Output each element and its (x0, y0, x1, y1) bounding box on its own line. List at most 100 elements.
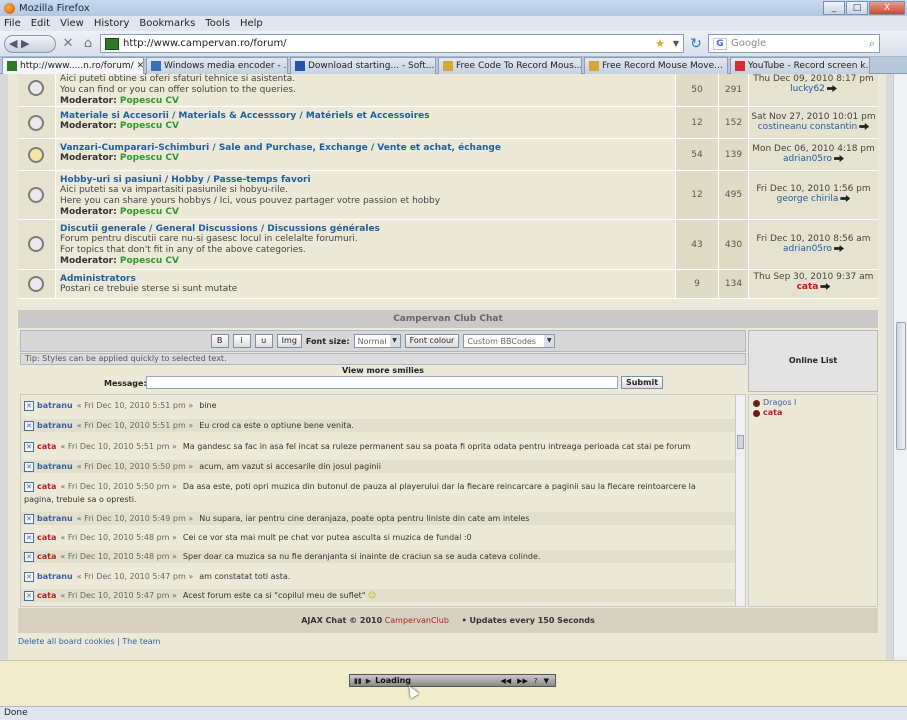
search-icon[interactable]: ⌕ (869, 37, 875, 51)
menu-view[interactable]: View (60, 18, 84, 29)
moderator-link[interactable]: Popescu CV (120, 207, 179, 217)
chat-user[interactable]: batranu (37, 401, 73, 410)
url-text[interactable]: http://www.campervan.ro/forum/ (123, 38, 287, 49)
goto-post-icon[interactable] (834, 155, 845, 162)
stop-icon[interactable]: ✕ (60, 36, 76, 52)
tab-record-mouse-move[interactable]: Free Record Mouse Move... (584, 57, 728, 74)
forward-arrow-icon[interactable]: ▶ (21, 37, 29, 50)
chat-user[interactable]: cata (37, 591, 56, 600)
moderator-link[interactable]: Popescu CV (120, 121, 179, 131)
forum-title-link[interactable]: Vanzari-Cumparari-Schimburi / Sale and P… (60, 143, 671, 153)
reload-icon[interactable]: ↻ (688, 36, 704, 52)
help-icon[interactable]: ? (534, 677, 538, 685)
goto-post-icon[interactable] (820, 283, 831, 290)
delete-message-icon[interactable]: ✕ (24, 461, 34, 472)
menu-bookmarks[interactable]: Bookmarks (139, 18, 195, 29)
forum-title-link[interactable]: Hobby-uri si pasiuni / Hobby / Passe-tem… (60, 175, 671, 185)
chat-user[interactable]: cata (37, 482, 56, 491)
tab-record-mouse-code[interactable]: Free Code To Record Mous... (438, 57, 582, 74)
tab-download[interactable]: Download starting... - Soft... (290, 57, 436, 74)
chat-scrollbar[interactable] (735, 395, 745, 606)
goto-post-icon[interactable] (834, 245, 845, 252)
menu-file[interactable]: File (4, 18, 21, 29)
lastpost-user[interactable]: lucky62 (790, 84, 825, 94)
bbcodes-select[interactable]: Custom BBCodes ▼ (463, 334, 556, 348)
maximize-button[interactable]: □ (846, 1, 868, 15)
online-user[interactable]: Dragos I (753, 398, 873, 408)
underline-button[interactable]: u (254, 334, 273, 348)
music-player[interactable]: ▮▮ ▶ Loading ◀◀ ▶▶ ? ▼ (349, 674, 556, 687)
font-size-select[interactable]: Normal ▼ (353, 334, 401, 348)
url-bar[interactable]: http://www.campervan.ro/forum/ ★ ▼ (100, 34, 684, 53)
forum-read-icon (28, 115, 44, 131)
delete-message-icon[interactable]: ✕ (24, 400, 34, 411)
lastpost-user[interactable]: george chirila (777, 194, 839, 204)
menu-bar: File Edit View History Bookmarks Tools H… (0, 16, 907, 31)
back-button[interactable]: ◀ ▶ (4, 34, 56, 53)
tab-media-encoder[interactable]: Windows media encoder - ... (146, 57, 288, 74)
home-icon[interactable]: ⌂ (80, 36, 96, 52)
board-links[interactable]: Delete all board cookies | The team (18, 637, 160, 646)
delete-message-icon[interactable]: ✕ (24, 571, 34, 582)
menu-tools[interactable]: Tools (205, 18, 230, 29)
online-user[interactable]: cata (753, 408, 873, 418)
pause-icon[interactable]: ▮▮ (354, 677, 362, 685)
goto-post-icon[interactable] (859, 123, 870, 130)
next-icon[interactable]: ▶▶ (517, 677, 528, 685)
forum-title-link[interactable]: Administrators (60, 274, 671, 284)
minimize-button[interactable]: _ (823, 1, 845, 15)
more-smilies-link[interactable]: View more smilies (20, 366, 746, 375)
delete-message-icon[interactable]: ✕ (24, 420, 34, 431)
menu-help[interactable]: Help (240, 18, 263, 29)
dropdown-icon[interactable]: ▼ (544, 677, 549, 685)
chat-scroll-thumb[interactable] (737, 435, 744, 449)
moderator-link[interactable]: Popescu CV (120, 256, 179, 266)
chat-user[interactable]: cata (37, 442, 56, 451)
lastpost-user[interactable]: costineanu constantin (758, 122, 858, 132)
prev-icon[interactable]: ◀◀ (500, 677, 511, 685)
chat-footer-brand[interactable]: CampervanClub (385, 616, 449, 625)
forum-moderator: Moderator: Popescu CV (60, 121, 180, 131)
forum-title-link[interactable]: Discutii generale / General Discussions … (60, 224, 671, 234)
delete-message-icon[interactable]: ✕ (24, 532, 34, 543)
tab-close-icon[interactable]: ✕ (137, 61, 143, 71)
delete-message-icon[interactable]: ✕ (24, 590, 34, 601)
forum-title-link[interactable]: Materiale si Accesorii / Materials & Acc… (60, 111, 671, 121)
italic-button[interactable]: i (232, 334, 251, 348)
goto-post-icon[interactable] (840, 195, 851, 202)
delete-message-icon[interactable]: ✕ (24, 441, 34, 452)
delete-message-icon[interactable]: ✕ (24, 551, 34, 562)
chat-user[interactable]: batranu (37, 421, 73, 430)
chat-user[interactable]: cata (37, 552, 56, 561)
bold-button[interactable]: B (210, 334, 229, 348)
submit-button[interactable]: Submit (621, 376, 663, 389)
lastpost-user[interactable]: cata (797, 282, 819, 292)
play-icon[interactable]: ▶ (366, 677, 371, 685)
message-input[interactable] (146, 376, 618, 389)
goto-post-icon[interactable] (826, 85, 837, 92)
chat-user[interactable]: batranu (37, 514, 73, 523)
chat-user[interactable]: cata (37, 533, 56, 542)
search-box[interactable]: G Google ⌕ (708, 34, 880, 53)
page-scroll-thumb[interactable] (896, 322, 906, 450)
tab-youtube[interactable]: YouTube - Record screen k... (730, 57, 870, 74)
close-button[interactable]: X (869, 1, 905, 15)
lastpost-user[interactable]: adrian05ro (783, 154, 832, 164)
chat-text: Acest forum este ca si "copilul meu de s… (182, 591, 366, 600)
menu-history[interactable]: History (94, 18, 130, 29)
moderator-link[interactable]: Popescu CV (120, 96, 179, 106)
page-scrollbar[interactable] (893, 74, 907, 660)
moderator-link[interactable]: Popescu CV (120, 153, 179, 163)
img-button[interactable]: Img (276, 334, 302, 348)
tab-forum[interactable]: http://www.....n.ro/forum/ ✕ (2, 57, 144, 74)
font-colour-button[interactable]: Font colour (404, 334, 460, 348)
google-icon[interactable]: G (713, 37, 727, 50)
delete-message-icon[interactable]: ✕ (24, 481, 34, 492)
delete-message-icon[interactable]: ✕ (24, 513, 34, 524)
chat-user[interactable]: batranu (37, 462, 73, 471)
chat-user[interactable]: batranu (37, 572, 73, 581)
menu-edit[interactable]: Edit (31, 18, 50, 29)
lastpost-user[interactable]: adrian05ro (783, 244, 832, 254)
bookmark-star-icon[interactable]: ★ (655, 37, 665, 50)
url-dropdown-icon[interactable]: ▼ (673, 39, 679, 48)
